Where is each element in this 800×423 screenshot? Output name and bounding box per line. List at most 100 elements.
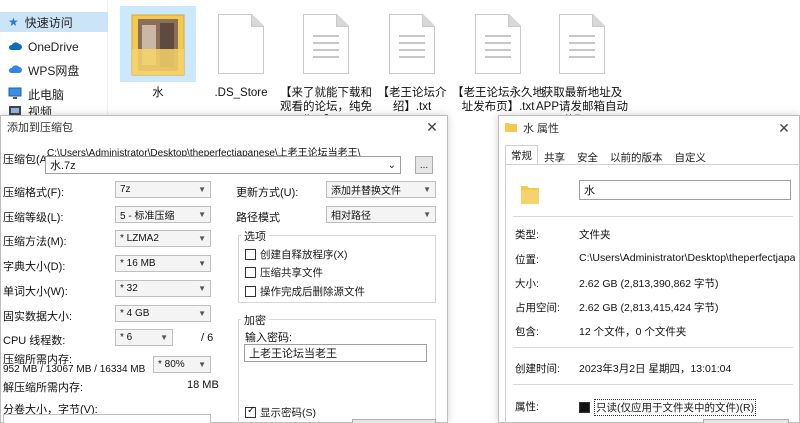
- solid-select[interactable]: * 4 GB ▼: [115, 305, 211, 322]
- word-select[interactable]: * 32 ▼: [115, 280, 211, 297]
- method-select[interactable]: * LZMA2 ▼: [115, 230, 211, 247]
- properties-tabs: 常规 共享 安全 以前的版本 自定义: [505, 145, 712, 165]
- chevron-down-icon: ▼: [198, 234, 206, 243]
- cpu-max: / 6: [201, 332, 214, 344]
- computer-icon: [8, 87, 22, 102]
- nav-item-label: WPS网盘: [28, 63, 80, 78]
- mem-value: * 80%: [158, 359, 185, 370]
- dialog-titlebar: 水 属性 ✕: [499, 116, 799, 140]
- shared-checkbox[interactable]: 压缩共享文件: [245, 265, 323, 280]
- nav-item-quick-access[interactable]: ★ 快速访问: [0, 12, 108, 32]
- decomp-value: 18 MB: [187, 379, 219, 391]
- file-name: 【老王论坛介绍】.txt: [377, 87, 447, 113]
- method-value: * LZMA2: [120, 233, 159, 244]
- dict-select[interactable]: * 16 MB ▼: [115, 255, 211, 272]
- nav-item-wps-drive[interactable]: WPS网盘: [8, 60, 79, 80]
- text-file-icon: [303, 14, 349, 74]
- level-label: 压缩等级(L):: [3, 212, 64, 224]
- sfx-label: 创建自释放程序(X): [260, 249, 348, 261]
- format-select[interactable]: 7z ▼: [115, 181, 211, 198]
- split-size-select[interactable]: [3, 414, 211, 423]
- cpu-select[interactable]: * 6 ▼: [115, 329, 173, 346]
- format-value: 7z: [120, 184, 131, 195]
- text-file-icon: [389, 14, 435, 74]
- word-label: 单词大小(W):: [3, 286, 68, 298]
- delete-source-label: 操作完成后删除源文件: [260, 286, 365, 298]
- folder-icon: [521, 184, 539, 204]
- file-name: 【老王论坛永久地址发布页】.txt: [452, 87, 544, 113]
- nav-item-label: OneDrive: [28, 40, 79, 54]
- tab-security[interactable]: 安全: [571, 147, 604, 165]
- checkbox-icon: [245, 267, 256, 278]
- path-value: 相对路径: [331, 211, 371, 222]
- update-value: 添加并替换文件: [331, 186, 401, 197]
- separator: [513, 347, 793, 348]
- update-select[interactable]: 添加并替换文件 ▼: [326, 181, 436, 198]
- password-value: 上老王论坛当老王: [249, 348, 337, 360]
- close-icon[interactable]: ✕: [423, 119, 441, 136]
- close-icon[interactable]: ✕: [775, 120, 793, 137]
- cloud-icon: [8, 40, 22, 54]
- show-password-label: 显示密码(S): [260, 407, 316, 419]
- file-item-folder[interactable]: 水: [110, 6, 206, 100]
- file-item-txt-3[interactable]: 【老王论坛永久地址发布页】.txt: [450, 6, 546, 114]
- cloud-icon: [8, 63, 22, 77]
- decomp-label: 解压缩所需内存:: [3, 382, 84, 394]
- tab-previous-versions[interactable]: 以前的版本: [604, 147, 669, 165]
- mem-detail: 952 MB / 13067 MB / 16334 MB: [3, 364, 146, 375]
- separator: [513, 216, 793, 217]
- level-select[interactable]: 5 - 标准压缩 ▼: [115, 206, 211, 223]
- tab-general[interactable]: 常规: [505, 145, 538, 165]
- options-title: 选项: [241, 228, 269, 244]
- readonly-checkbox[interactable]: 只读(仅应用于文件夹中的文件)(R): [579, 399, 757, 416]
- solid-label: 固实数据大小:: [3, 311, 73, 323]
- contains-label: 包含:: [515, 326, 539, 338]
- type-label: 类型:: [515, 229, 539, 241]
- created-label: 创建时间:: [515, 363, 560, 375]
- tab-customize[interactable]: 自定义: [669, 147, 713, 165]
- chevron-down-icon: ▼: [198, 284, 206, 293]
- attributes-label: 属性:: [515, 401, 539, 413]
- mem-select[interactable]: * 80% ▼: [153, 356, 211, 373]
- disk-size-value: 2.62 GB (2,813,415,424 字节): [579, 302, 719, 314]
- advanced-button[interactable]: [703, 419, 789, 423]
- word-value: * 32: [120, 283, 138, 294]
- dict-label: 字典大小(D):: [3, 261, 66, 273]
- file-item-txt-1[interactable]: 【来了就能下载和观看的论坛，纯免费！】.txt: [278, 6, 374, 128]
- level-value: 5 - 标准压缩: [120, 211, 175, 222]
- file-name: .DS_Store: [214, 87, 268, 99]
- separator: [513, 384, 793, 385]
- solid-value: * 4 GB: [120, 308, 150, 319]
- show-password-checkbox[interactable]: 显示密码(S): [245, 405, 316, 420]
- method-label: 压缩方法(M):: [3, 236, 67, 248]
- folder-name-input[interactable]: 水: [579, 180, 791, 200]
- nav-item-onedrive[interactable]: OneDrive: [8, 37, 79, 57]
- path-mode-select[interactable]: 相对路径 ▼: [326, 206, 436, 223]
- format-label: 压缩格式(F):: [3, 187, 65, 199]
- archive-name-value: 水.7z: [50, 160, 76, 172]
- file-item-ds-store[interactable]: .DS_Store: [193, 6, 289, 100]
- update-label: 更新方式(U):: [236, 187, 299, 199]
- nav-item-label: 快速访问: [24, 15, 73, 30]
- sfx-checkbox[interactable]: 创建自释放程序(X): [245, 247, 348, 262]
- dialog-button[interactable]: [352, 419, 436, 423]
- path-label: 路径模式: [236, 212, 280, 224]
- password-label: 输入密码:: [245, 332, 293, 344]
- star-icon: ★: [8, 15, 19, 29]
- created-value: 2023年3月2日 星期四，13:01:04: [579, 363, 732, 375]
- file-name: 水: [152, 87, 164, 99]
- file-item-txt-2[interactable]: 【老王论坛介绍】.txt: [364, 6, 460, 114]
- archive-name-input[interactable]: 水.7z ⌄: [45, 156, 401, 174]
- chevron-down-icon: ▼: [423, 210, 431, 219]
- chevron-down-icon: ▼: [198, 259, 206, 268]
- file-item-txt-4[interactable]: 获取最新地址及APP请发邮箱自动获取.txt: [534, 6, 630, 128]
- delete-source-checkbox[interactable]: 操作完成后删除源文件: [245, 284, 365, 299]
- password-input[interactable]: 上老王论坛当老王: [244, 344, 427, 362]
- dict-value: * 16 MB: [120, 258, 156, 269]
- folder-thumbnail-icon: [120, 6, 196, 82]
- readonly-label: 只读(仅应用于文件夹中的文件)(R): [594, 399, 757, 416]
- folder-icon: [505, 121, 517, 135]
- navigation-pane: ★ 快速访问 OneDrive WPS网盘 此电脑 视频: [0, 0, 108, 120]
- tab-sharing[interactable]: 共享: [538, 147, 571, 165]
- browse-button[interactable]: ...: [415, 156, 433, 174]
